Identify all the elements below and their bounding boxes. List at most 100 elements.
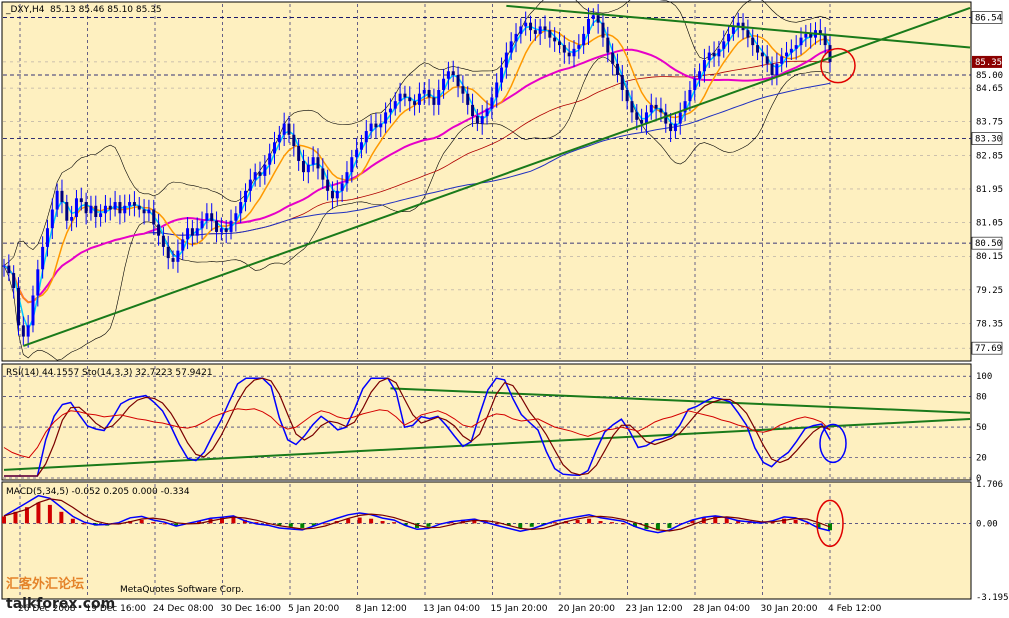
candle-body [321,168,325,180]
candle-body [277,134,281,143]
candle-body [374,123,378,128]
candle-body [142,209,146,214]
candle-body [94,205,98,217]
candle-body [548,30,552,38]
time-tick-label: 30 Jan 20:00 [761,604,818,614]
candle-body [809,33,813,38]
candle-body [698,71,702,79]
macd-title: MACD(5,34,5) -0.052 0.205 0.000 -0.334 [6,487,190,497]
candle-body [79,198,83,203]
candle-body [350,157,354,173]
candle-body [717,48,721,57]
candle-body [654,104,658,109]
candle-body [625,89,629,102]
candle-body [306,164,310,173]
last-price-label: 85.35 [975,58,1002,68]
candle-body [282,123,286,135]
candle-body [45,228,49,247]
candle-body [287,123,291,135]
candle-body [601,22,605,38]
candle-body [804,33,808,38]
candle-body [297,146,301,161]
macd-bar [323,523,328,525]
macd-bar [426,523,431,527]
macd-tick-label: -3.195 [976,593,1009,603]
candle-body [123,205,127,214]
price-tick-label: 83.75 [976,118,1003,128]
candle-body [543,26,547,31]
candle-body [760,52,764,57]
candle-body [673,123,677,132]
macd-bar [495,523,500,525]
candle-body [799,37,803,46]
price-tick-label: 80.15 [976,252,1003,262]
candle-body [466,93,470,105]
candle-body [529,22,533,31]
candle-body [70,217,74,221]
candle-body [591,15,595,19]
macd-bar [139,519,144,524]
candle-body [562,45,566,53]
price-tick-label: 85.00 [976,71,1003,81]
candle-body [533,30,537,34]
price-tick-label: 78.35 [976,320,1003,330]
candle-body [311,157,315,165]
candle-body [794,45,798,49]
candle-body [640,119,644,124]
macd-bar [392,522,397,524]
candle-body [12,273,16,288]
candle-body [408,97,412,102]
candle-body [495,82,499,98]
candle-body [330,190,334,199]
candle-body [161,235,165,247]
candle-body [239,202,243,214]
candle-body [65,202,69,221]
candle-body [417,93,421,105]
candle-body [475,116,479,124]
candle-body [215,220,219,232]
macd-bar [518,523,523,528]
rsi-tick-label: 100 [976,372,992,382]
candle-body [84,202,88,214]
time-tick-label: 28 Jan 04:00 [693,604,750,614]
candle-body [364,131,368,143]
candle-body [635,112,639,120]
candle-body [186,228,190,240]
candle-body [442,78,446,90]
candle-body [369,123,373,132]
candle-body [485,108,489,117]
candle-body [157,224,161,236]
candle-body [384,112,388,124]
macd-bar [667,523,672,528]
candle-body [611,52,615,64]
macd-bar [621,523,626,525]
candle-body [649,104,653,113]
candle-body [118,202,122,214]
candle-body [557,41,561,46]
candle-body [437,89,441,105]
time-tick-label: 15 Jan 20:00 [491,604,548,614]
ohlc-readout: 85.13 85.46 85.10 85.35 [50,5,162,15]
candle-body [326,179,330,191]
price-tick-label: 82.85 [976,151,1003,161]
candle-body [731,26,735,34]
price-badge-label: 83.30 [975,135,1002,145]
candle-body [55,190,59,210]
candle-body [224,228,228,232]
candle-body [707,52,711,61]
rsi-tick-label: 80 [976,393,987,403]
candle-body [509,41,513,53]
candle-body [688,89,692,102]
price-badge-label: 77.69 [975,344,1002,354]
candle-body [190,228,194,236]
macd-bar [70,518,75,524]
candle-body [181,239,185,251]
candle-body [702,60,706,72]
candle-body [480,116,484,124]
candle-body [722,41,726,49]
candle-body [403,93,407,98]
candle-body [461,86,465,94]
candle-body [137,205,141,210]
candle-body [229,220,233,232]
candle-body [301,160,305,173]
